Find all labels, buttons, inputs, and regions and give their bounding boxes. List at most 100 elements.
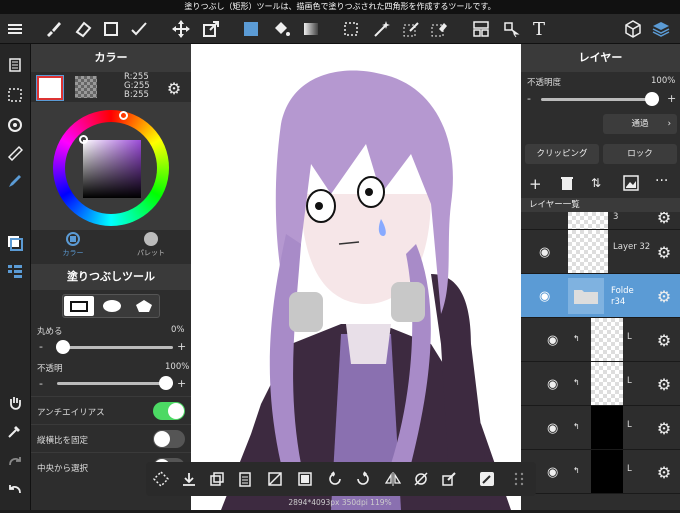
opacity-slider[interactable]: [57, 376, 173, 390]
sub-color-swatch[interactable]: [75, 76, 97, 98]
round-plus[interactable]: +: [177, 340, 186, 353]
redo-icon[interactable]: [4, 450, 26, 472]
layer-gear-icon[interactable]: ⚙: [655, 463, 673, 482]
layer-row[interactable]: ◉ ↰ L ⚙: [521, 318, 680, 362]
layer-row[interactable]: ◉ ↰ L ⚙: [521, 450, 680, 494]
fix-ratio-toggle[interactable]: [153, 430, 185, 448]
clear-icon[interactable]: [264, 468, 286, 490]
layer-row-selected[interactable]: ◉ Folde r34 ⚙: [521, 274, 680, 318]
rectangle-icon[interactable]: [100, 18, 122, 40]
operation-icon[interactable]: [500, 18, 522, 40]
magic-wand-icon[interactable]: [370, 18, 392, 40]
undo-icon[interactable]: [4, 478, 26, 500]
layer-row[interactable]: ◉ Layer 32 ⚙: [521, 230, 680, 274]
opacity-plus[interactable]: +: [177, 377, 186, 390]
menu-icon[interactable]: [4, 18, 26, 40]
layer-row[interactable]: 3 ⚙: [521, 212, 680, 230]
layer-opacity-knob[interactable]: [645, 92, 659, 106]
gradient-icon[interactable]: [300, 18, 322, 40]
eyedropper-icon[interactable]: [4, 420, 26, 442]
round-slider-knob[interactable]: [56, 340, 70, 354]
layer-gear-icon[interactable]: ⚙: [655, 331, 673, 350]
layer-row[interactable]: ◉ ↰ L ⚙: [521, 406, 680, 450]
rotate-icon[interactable]: [4, 114, 26, 136]
lock-button[interactable]: ロック: [603, 144, 677, 164]
opacity-slider-knob[interactable]: [159, 376, 173, 390]
shape-ellipse-button[interactable]: [97, 296, 127, 316]
edit-selection-icon[interactable]: [438, 468, 460, 490]
deselect-icon[interactable]: [150, 468, 172, 490]
layer-gear-icon[interactable]: ⚙: [655, 419, 673, 438]
layer-list-icon[interactable]: [4, 260, 26, 282]
select-rect-icon[interactable]: [340, 18, 362, 40]
rotate-reset-icon[interactable]: [410, 468, 432, 490]
rotate-right-icon[interactable]: [352, 468, 374, 490]
shape-rect-button[interactable]: [64, 296, 94, 316]
layer-gear-icon[interactable]: ⚙: [655, 287, 673, 306]
rotate-left-icon[interactable]: [324, 468, 346, 490]
brush-icon[interactable]: [42, 18, 64, 40]
opacity-minus[interactable]: -: [39, 377, 43, 390]
text-tool-icon[interactable]: T: [528, 18, 550, 40]
hue-cursor[interactable]: [119, 111, 128, 120]
page-icon[interactable]: [4, 54, 26, 76]
selection-icon[interactable]: [4, 84, 26, 106]
layer-opacity-plus[interactable]: +: [667, 92, 676, 105]
blend-mode-select[interactable]: 通過 ›: [603, 114, 677, 134]
flip-horizontal-icon[interactable]: [382, 468, 404, 490]
more-icon[interactable]: ···: [655, 173, 668, 189]
swap-layers-icon[interactable]: ⇅: [591, 176, 601, 190]
fill-icon[interactable]: [294, 468, 316, 490]
eraser-icon[interactable]: [72, 18, 94, 40]
copy-icon[interactable]: [206, 468, 228, 490]
bucket-icon[interactable]: [270, 18, 292, 40]
stroke-icon[interactable]: [128, 18, 150, 40]
select-eraser-icon[interactable]: [428, 18, 450, 40]
layer-thumbnail: [591, 406, 623, 449]
main-color-swatch[interactable]: [36, 75, 64, 101]
antialias-toggle[interactable]: [153, 402, 185, 420]
layer-name: 3: [613, 212, 619, 222]
tab-palette[interactable]: パレット: [127, 232, 175, 258]
pen-settings-icon[interactable]: [4, 170, 26, 192]
color-panel-icon[interactable]: [4, 232, 26, 254]
layer-gear-icon[interactable]: ⚙: [655, 243, 673, 262]
eye-icon[interactable]: ◉: [539, 289, 550, 304]
layer-opacity-minus[interactable]: -: [527, 92, 531, 105]
select-pen-icon[interactable]: [400, 18, 422, 40]
eye-icon[interactable]: ◉: [547, 465, 558, 480]
tab-color[interactable]: カラー: [49, 232, 97, 258]
eye-icon[interactable]: ◉: [539, 245, 550, 260]
paste-icon[interactable]: [234, 468, 256, 490]
drag-handle-icon[interactable]: [508, 468, 530, 490]
frame-icon[interactable]: [470, 18, 492, 40]
layer-gear-icon[interactable]: ⚙: [655, 212, 673, 227]
layer-gear-icon[interactable]: ⚙: [655, 375, 673, 394]
sv-square[interactable]: [83, 140, 141, 198]
eye-icon[interactable]: ◉: [547, 421, 558, 436]
eye-icon[interactable]: ◉: [547, 333, 558, 348]
delete-layer-icon[interactable]: [561, 176, 573, 193]
eye-icon[interactable]: ◉: [547, 377, 558, 392]
sv-cursor[interactable]: [79, 135, 88, 144]
shape-polygon-button[interactable]: [129, 296, 159, 316]
status-hint-bar: 塗りつぶし（矩形）ツールは、描画色で塗りつぶされた四角形を作成するツールです。: [0, 0, 680, 14]
ruler-icon[interactable]: [4, 142, 26, 164]
transform-icon[interactable]: [200, 18, 222, 40]
material-icon[interactable]: [622, 18, 644, 40]
pen-edit-icon[interactable]: [476, 468, 498, 490]
layer-opacity-slider[interactable]: [541, 92, 659, 106]
image-import-icon[interactable]: [623, 175, 639, 194]
layers-icon[interactable]: [650, 18, 672, 40]
move-icon[interactable]: [170, 18, 192, 40]
round-slider[interactable]: [56, 340, 173, 354]
layer-row[interactable]: ◉ ↰ L ⚙: [521, 362, 680, 406]
fill-rectangle-icon[interactable]: [240, 18, 262, 40]
canvas-area[interactable]: [191, 44, 521, 510]
round-minus[interactable]: -: [39, 340, 43, 353]
add-layer-icon[interactable]: +: [529, 175, 542, 193]
color-settings-gear-icon[interactable]: ⚙: [165, 79, 183, 98]
clipping-button[interactable]: クリッピング: [525, 144, 599, 164]
hand-icon[interactable]: [4, 392, 26, 414]
download-icon[interactable]: [178, 468, 200, 490]
